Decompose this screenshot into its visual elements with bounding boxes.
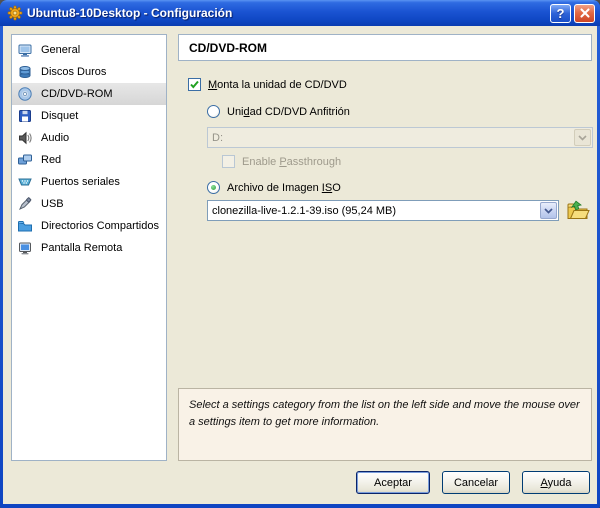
checkbox-box[interactable] <box>188 78 201 91</box>
hint-box: Select a settings category from the list… <box>178 388 592 461</box>
help-titlebar-button[interactable]: ? <box>550 4 571 23</box>
page-header: CD/DVD-ROM <box>178 34 592 61</box>
host-drive-label: Unidad CD/DVD Anfitrión <box>227 106 350 118</box>
sidebar-item-label: USB <box>41 198 64 210</box>
sidebar-item-serial-ports[interactable]: Puertos seriales <box>12 171 166 193</box>
sidebar-item-usb[interactable]: USB <box>12 193 166 215</box>
sidebar-item-floppy[interactable]: Disquet <box>12 105 166 127</box>
settings-category-list: General Discos Duros CD/DVD-ROM <box>11 34 167 461</box>
window-title: Ubuntu8-10Desktop - Configuración <box>27 6 547 20</box>
titlebar[interactable]: Ubuntu8-10Desktop - Configuración ? <box>0 0 600 26</box>
gear-app-icon <box>7 5 23 21</box>
mount-cd-label: Monta la unidad de CD/DVD <box>208 79 347 91</box>
host-drive-value: D: <box>208 132 573 144</box>
sidebar-item-label: Puertos seriales <box>41 176 120 188</box>
accept-button[interactable]: Aceptar <box>356 471 430 494</box>
settings-dialog: Ubuntu8-10Desktop - Configuración ? Gene… <box>0 0 600 508</box>
page-title: CD/DVD-ROM <box>189 41 267 55</box>
radio-circle[interactable] <box>207 105 220 118</box>
shared-folders-icon <box>17 218 33 234</box>
network-icon <box>17 152 33 168</box>
sidebar-item-label: Audio <box>41 132 69 144</box>
sidebar-item-hard-disks[interactable]: Discos Duros <box>12 61 166 83</box>
browse-iso-button[interactable] <box>566 200 590 221</box>
check-icon <box>189 79 200 90</box>
radio-circle[interactable] <box>207 181 220 194</box>
floppy-icon <box>17 108 33 124</box>
iso-image-radio[interactable]: Archivo de Imagen ISO <box>207 181 341 194</box>
question-icon: ? <box>557 7 565 20</box>
iso-file-combobox[interactable]: clonezilla-live-1.2.1-39.iso (95,24 MB) <box>207 200 559 221</box>
sidebar-item-shared-folders[interactable]: Directorios Compartidos <box>12 215 166 237</box>
hint-text: Select a settings category from the list… <box>189 399 580 428</box>
sidebar-item-audio[interactable]: Audio <box>12 127 166 149</box>
remote-display-icon <box>17 240 33 256</box>
sidebar-item-label: Pantalla Remota <box>41 242 122 254</box>
harddisk-icon <box>17 64 33 80</box>
sidebar-item-general[interactable]: General <box>12 39 166 61</box>
audio-icon <box>17 130 33 146</box>
iso-file-value: clonezilla-live-1.2.1-39.iso (95,24 MB) <box>208 205 539 217</box>
checkbox-box <box>222 155 235 168</box>
sidebar-item-label: Discos Duros <box>41 66 106 78</box>
help-button-label: Ayuda <box>541 477 572 489</box>
passthrough-label: Enable Passthrough <box>242 156 341 168</box>
passthrough-checkbox: Enable Passthrough <box>222 155 341 168</box>
accept-button-label: Aceptar <box>374 477 412 489</box>
sidebar-item-label: CD/DVD-ROM <box>41 88 113 100</box>
dialog-client-area: General Discos Duros CD/DVD-ROM <box>3 26 597 504</box>
host-drive-radio[interactable]: Unidad CD/DVD Anfitrión <box>207 105 350 118</box>
cancel-button[interactable]: Cancelar <box>442 471 510 494</box>
usb-icon <box>17 196 33 212</box>
cd-icon <box>17 86 33 102</box>
close-button[interactable] <box>574 4 595 23</box>
dropdown-arrow-icon[interactable] <box>574 129 591 146</box>
sidebar-item-remote-display[interactable]: Pantalla Remota <box>12 237 166 259</box>
close-icon <box>580 8 590 18</box>
mount-cd-checkbox[interactable]: Monta la unidad de CD/DVD <box>188 78 347 91</box>
host-drive-combobox[interactable]: D: <box>207 127 593 148</box>
sidebar-item-label: Directorios Compartidos <box>41 220 159 232</box>
serial-port-icon <box>17 174 33 190</box>
dropdown-arrow-icon[interactable] <box>540 202 557 219</box>
open-folder-icon <box>566 200 590 221</box>
sidebar-item-label: General <box>41 44 80 56</box>
sidebar-item-label: Red <box>41 154 61 166</box>
iso-image-label: Archivo de Imagen ISO <box>227 182 341 194</box>
help-button[interactable]: Ayuda <box>522 471 590 494</box>
cancel-button-label: Cancelar <box>454 477 498 489</box>
computer-icon <box>17 42 33 58</box>
sidebar-item-label: Disquet <box>41 110 78 122</box>
sidebar-item-cd-dvd-rom[interactable]: CD/DVD-ROM <box>12 83 166 105</box>
sidebar-item-network[interactable]: Red <box>12 149 166 171</box>
